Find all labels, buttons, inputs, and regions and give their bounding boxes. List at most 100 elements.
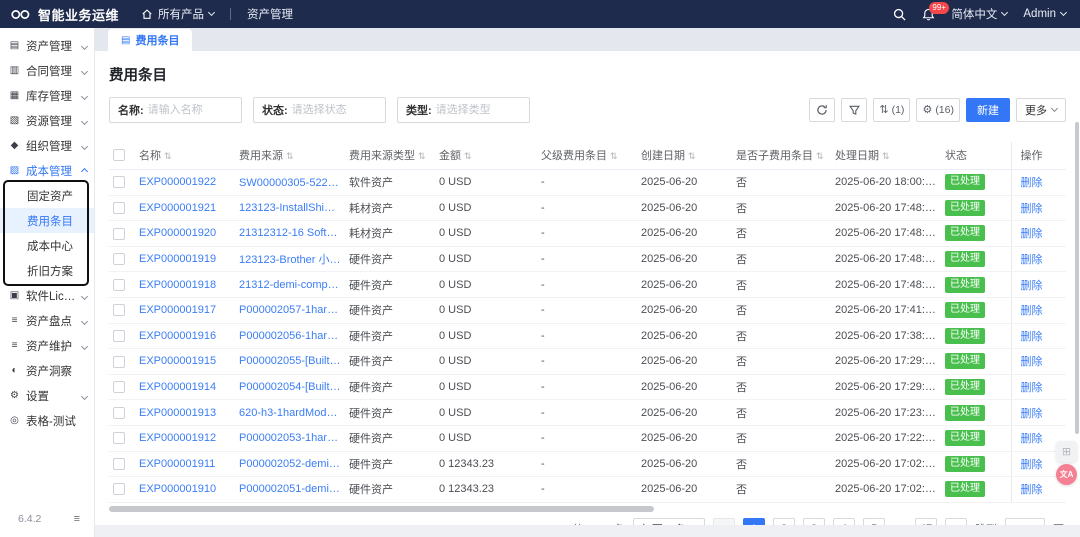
sidebar-item-table-test[interactable]: ◎ 表格-测试 [0, 408, 94, 433]
sort-icon[interactable]: ⇅ [286, 151, 294, 161]
prev-page-button[interactable] [713, 517, 735, 525]
page-button-47[interactable]: 47 [915, 517, 937, 525]
expense-name-link[interactable]: EXP000001912 [135, 425, 235, 452]
sort-icon[interactable]: ⇅ [464, 151, 472, 161]
row-checkbox[interactable] [113, 253, 125, 266]
column-settings-button[interactable]: ⚙ (16) [916, 98, 960, 122]
jump-page-input[interactable] [1005, 517, 1045, 525]
breadcrumb[interactable]: 资产管理 [247, 6, 293, 22]
grid-widget-icon[interactable]: ⊞ [1056, 441, 1077, 462]
user-menu[interactable]: Admin [1023, 8, 1068, 20]
row-checkbox[interactable] [113, 355, 125, 368]
expense-source-link[interactable]: P000002052-demi-c... [235, 451, 345, 478]
row-checkbox[interactable] [113, 278, 125, 291]
search-icon[interactable] [893, 8, 906, 21]
page-button-3[interactable]: 3 [803, 517, 825, 525]
expense-source-link[interactable]: P000002051-demi-c... [235, 476, 345, 503]
name-filter-input[interactable] [147, 104, 233, 116]
expense-source-link[interactable]: 123123-Brother 小米... [235, 246, 345, 273]
delete-link[interactable]: 删除 [1010, 348, 1066, 375]
row-checkbox[interactable] [113, 304, 125, 317]
row-checkbox[interactable] [113, 329, 125, 342]
row-checkbox[interactable] [113, 227, 125, 240]
sidebar-item-inventory-management[interactable]: ▦ 库存管理 [0, 83, 94, 108]
language-selector[interactable]: 简体中文 [951, 6, 1009, 22]
page-button-4[interactable]: 4 [833, 517, 855, 525]
delete-link[interactable]: 删除 [1010, 374, 1066, 401]
expense-name-link[interactable]: EXP000001922 [135, 169, 235, 196]
tab-expense-entries[interactable]: ▤ 费用条目 [108, 29, 193, 51]
sort-icon[interactable]: ⇅ [418, 151, 426, 161]
expense-name-link[interactable]: EXP000001918 [135, 271, 235, 298]
expense-name-link[interactable]: EXP000001911 [135, 451, 235, 478]
sidebar-item-settings[interactable]: ⚙ 设置 [0, 383, 94, 408]
row-checkbox[interactable] [113, 201, 125, 214]
expense-source-link[interactable]: SW00000305-522公... [235, 169, 345, 196]
delete-link[interactable]: 删除 [1010, 399, 1066, 426]
more-button[interactable]: 更多 [1016, 98, 1066, 122]
sidebar-item-contract-management[interactable]: ▥ 合同管理 [0, 58, 94, 83]
type-filter-select[interactable] [435, 104, 521, 116]
expense-name-link[interactable]: EXP000001920 [135, 220, 235, 247]
expense-name-link[interactable]: EXP000001914 [135, 374, 235, 401]
sort-icon[interactable]: ⇅ [882, 151, 890, 161]
expense-source-link[interactable]: 21312-demi-compani... [235, 271, 345, 298]
expense-name-link[interactable]: EXP000001913 [135, 399, 235, 426]
next-page-button[interactable] [945, 517, 967, 525]
row-checkbox[interactable] [113, 381, 125, 394]
expense-source-link[interactable]: P000002056-1hardM... [235, 323, 345, 350]
row-checkbox[interactable] [113, 483, 125, 496]
sidebar-item-expense-entries[interactable]: 费用条目 [0, 208, 94, 233]
delete-link[interactable]: 删除 [1010, 323, 1066, 350]
sidebar-item-depreciation-plan[interactable]: 折旧方案 [0, 258, 94, 283]
page-ellipsis[interactable]: ··· [893, 523, 907, 525]
sidebar-item-asset-insight[interactable]: ◐ 资产洞察 [0, 358, 94, 383]
sort-icon[interactable]: ⇅ [816, 151, 824, 161]
expense-name-link[interactable]: EXP000001921 [135, 195, 235, 222]
sidebar-item-asset-maintenance[interactable]: ≡ 资产维护 [0, 333, 94, 358]
sidebar-item-cost-center[interactable]: 成本中心 [0, 233, 94, 258]
expense-name-link[interactable]: EXP000001915 [135, 348, 235, 375]
page-button-1[interactable]: 1 [743, 517, 765, 525]
sidebar-item-organization-management[interactable]: ◆ 组织管理 [0, 133, 94, 158]
expense-source-link[interactable]: P000002053-1hardM... [235, 425, 345, 452]
page-size-select[interactable]: 每页30条 [632, 517, 705, 525]
filter-button[interactable] [841, 98, 868, 122]
expense-name-link[interactable]: EXP000001917 [135, 297, 235, 324]
sidebar-item-software-license[interactable]: ▣ 软件License... [0, 283, 94, 308]
create-button[interactable]: 新建 [966, 98, 1010, 122]
expense-source-link[interactable]: 620-h3-1hardModel3... [235, 399, 345, 426]
delete-link[interactable]: 删除 [1010, 169, 1066, 196]
page-button-5[interactable]: 5 [863, 517, 885, 525]
sidebar-item-resource-management[interactable]: ▧ 资源管理 [0, 108, 94, 133]
expense-source-link[interactable]: 21312312-16 Softwa... [235, 220, 345, 247]
row-checkbox[interactable] [113, 457, 125, 470]
status-filter[interactable]: 状态: [253, 97, 386, 123]
expense-source-link[interactable]: P000002055-[Built-in... [235, 348, 345, 375]
type-filter[interactable]: 类型: [397, 97, 530, 123]
row-checkbox[interactable] [113, 406, 125, 419]
delete-link[interactable]: 删除 [1010, 195, 1066, 222]
refresh-button[interactable] [809, 98, 836, 122]
expense-name-link[interactable]: EXP000001916 [135, 323, 235, 350]
page-button-2[interactable]: 2 [773, 517, 795, 525]
collapse-sidebar-icon[interactable]: ≡ [74, 513, 80, 525]
vertical-scrollbar-thumb[interactable] [1075, 122, 1079, 434]
sort-settings-button[interactable]: ⇅ (1) [873, 98, 911, 122]
delete-link[interactable]: 删除 [1010, 220, 1066, 247]
delete-link[interactable]: 删除 [1010, 246, 1066, 273]
expense-source-link[interactable]: 123123-InstallShield ... [235, 195, 345, 222]
notifications-button[interactable]: 99+ [922, 1, 949, 21]
sort-icon[interactable]: ⇅ [688, 151, 696, 161]
expense-name-link[interactable]: EXP000001919 [135, 246, 235, 273]
row-checkbox[interactable] [113, 432, 125, 445]
sidebar-item-fixed-assets[interactable]: 固定资产 [0, 183, 94, 208]
sort-icon[interactable]: ⇅ [610, 151, 618, 161]
sidebar-item-asset-stocktake[interactable]: ≡ 资产盘点 [0, 308, 94, 333]
delete-link[interactable]: 删除 [1010, 271, 1066, 298]
sort-icon[interactable]: ⇅ [164, 151, 172, 161]
status-filter-select[interactable] [291, 104, 377, 116]
translate-widget-icon[interactable]: 文A [1056, 464, 1077, 485]
select-all-checkbox[interactable] [113, 149, 125, 162]
row-checkbox[interactable] [113, 176, 125, 189]
